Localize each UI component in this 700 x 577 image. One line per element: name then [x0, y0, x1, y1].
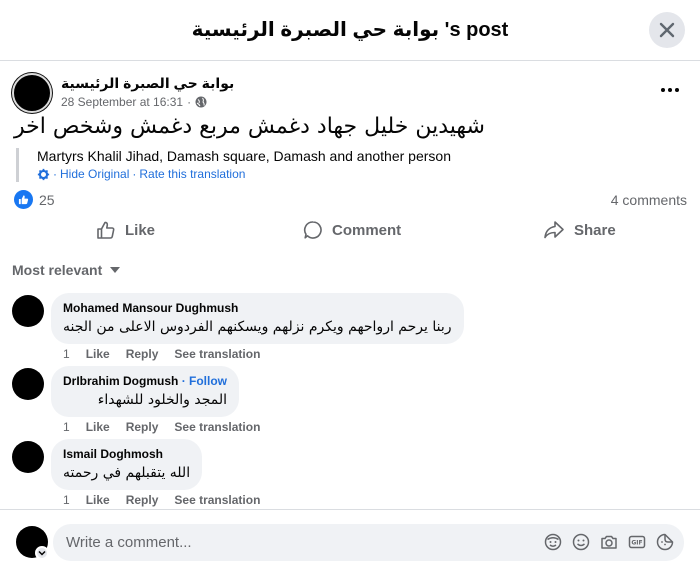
gif-icon[interactable]: GIF [628, 533, 646, 551]
caret-down-icon [110, 267, 121, 273]
post-author[interactable]: بوابة حي الصبرة الرئيسية [61, 75, 234, 92]
globe-icon [195, 96, 207, 108]
meta-separator: · [187, 95, 192, 109]
comment-button[interactable]: Comment [303, 220, 401, 240]
see-translation-link[interactable]: See translation [174, 493, 260, 507]
comment-sort-dropdown[interactable]: Most relevant [12, 262, 121, 278]
close-button[interactable] [649, 12, 685, 48]
commenter-avatar[interactable] [12, 368, 44, 400]
comment-composer: GIF [0, 509, 700, 577]
comment-bubble: DrIbrahim Dogmush · Follow المجد والخلود… [51, 366, 240, 417]
comment-text: المجد والخلود للشهداء [97, 392, 228, 408]
commenter-name[interactable]: Ismail Doghmosh [63, 447, 190, 461]
hide-original-link[interactable]: Hide Original [60, 167, 129, 181]
comment-reply-button[interactable]: Reply [126, 493, 159, 507]
comment-actions: 1 Like Reply See translation [63, 493, 260, 507]
reaction-count: 25 [39, 191, 55, 208]
page-avatar[interactable] [12, 73, 52, 113]
account-switcher-button[interactable] [35, 546, 49, 560]
comment-age[interactable]: 1 [63, 420, 70, 434]
sort-label: Most relevant [12, 262, 103, 278]
like-label: Like [125, 221, 156, 239]
emoji-icon[interactable] [572, 533, 590, 551]
comment-bubble: Ismail Doghmosh الله يتقبلهم في رحمته [51, 439, 203, 490]
see-translation-link[interactable]: See translation [174, 420, 260, 434]
link-separator: · [132, 167, 137, 181]
comment-text: الله يتقبلهم في رحمته [63, 465, 191, 481]
comment-reply-button[interactable]: Reply [126, 420, 159, 434]
share-icon [544, 221, 564, 239]
comment-reply-button[interactable]: Reply [126, 347, 159, 361]
comment-actions: 1 Like Reply See translation [63, 347, 260, 361]
dialog-header: بوابة حي الصبرة الرئيسية 's post [0, 0, 700, 61]
commenter-name[interactable]: Mohamed Mansour Dughmush [63, 301, 452, 315]
follow-link[interactable]: · Follow [182, 374, 227, 388]
post-meta: 28 September at 16:31 · [61, 95, 207, 109]
like-reaction-icon [14, 190, 33, 209]
avatar-sticker-icon[interactable] [544, 533, 562, 551]
see-translation-link[interactable]: See translation [174, 347, 260, 361]
post-text: شهيدين خليل جهاد دغمش مربع دغمش وشخص اخر [14, 114, 485, 139]
commenter-name[interactable]: DrIbrahim Dogmush [63, 374, 178, 388]
comment-like-button[interactable]: Like [86, 347, 110, 361]
commenter-name-row: DrIbrahim Dogmush · Follow [63, 374, 227, 388]
translation-block: Martyrs Khalil Jihad, Damash square, Dam… [16, 148, 451, 182]
translation-links: · Hide Original · Rate this translation [37, 167, 451, 181]
comment-like-button[interactable]: Like [86, 493, 110, 507]
comment-text: ربنا يرحم ارواحهم ويكرم نزلهم ويسكنهم ال… [63, 319, 452, 335]
post-timestamp[interactable]: 28 September at 16:31 [61, 95, 183, 109]
comment-count[interactable]: 4 comments [611, 192, 687, 208]
post-options-button[interactable] [660, 80, 680, 98]
translate-gear-icon [37, 168, 50, 180]
comment-label: Comment [332, 221, 402, 239]
dialog-title: بوابة حي الصبرة الرئيسية 's post [191, 19, 509, 41]
chevron-down-icon [38, 550, 46, 556]
like-button[interactable]: Like [96, 220, 155, 240]
post-action-bar: Like Comment Share [0, 214, 700, 250]
link-separator: · [53, 167, 57, 181]
comment-actions: 1 Like Reply See translation [63, 420, 260, 434]
rate-translation-link[interactable]: Rate this translation [139, 167, 245, 181]
comment-like-button[interactable]: Like [86, 420, 110, 434]
comment-input[interactable] [53, 524, 533, 561]
comment-bubble: Mohamed Mansour Dughmush ربنا يرحم ارواح… [51, 293, 464, 344]
comment-input-box: GIF [53, 524, 684, 561]
comment-age[interactable]: 1 [63, 347, 70, 361]
camera-icon[interactable] [600, 533, 618, 551]
share-button[interactable]: Share [543, 220, 616, 240]
thumbs-up-icon [97, 221, 115, 239]
sticker-icon[interactable] [656, 533, 674, 551]
comment-age[interactable]: 1 [63, 493, 70, 507]
comment-icon [303, 221, 322, 239]
svg-text:GIF: GIF [631, 540, 642, 547]
close-icon [659, 22, 675, 38]
more-dots-icon [661, 88, 679, 92]
share-label: Share [574, 221, 616, 239]
reaction-summary[interactable]: 25 [14, 190, 55, 209]
translation-text: Martyrs Khalil Jihad, Damash square, Dam… [37, 148, 451, 164]
commenter-avatar[interactable] [12, 295, 44, 327]
composer-tools: GIF [544, 533, 674, 551]
commenter-avatar[interactable] [12, 441, 44, 473]
